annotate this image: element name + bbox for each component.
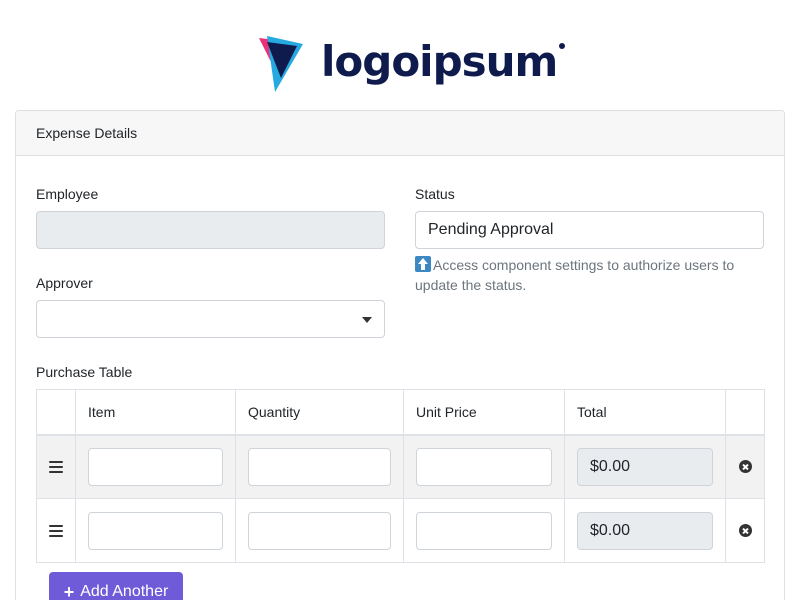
approver-select[interactable] — [36, 300, 385, 338]
bars-icon[interactable] — [49, 524, 63, 537]
table-row: $0.00 — [36, 498, 765, 563]
status-help-text: Access component settings to authorize u… — [415, 256, 735, 293]
bars-icon[interactable] — [49, 460, 63, 473]
total-field: $0.00 — [577, 447, 713, 486]
drag-column-header — [36, 389, 76, 436]
employee-field — [36, 211, 385, 249]
purchase-table: Item Quantity Unit Price Total $0.00 $0.… — [36, 389, 765, 563]
column-header-total: Total — [564, 389, 726, 436]
table-row: $0.00 — [36, 434, 765, 499]
unit-price-input[interactable] — [416, 511, 552, 550]
status-label: Status — [415, 186, 455, 202]
remove-row-icon[interactable] — [738, 524, 752, 537]
column-header-item: Item — [75, 389, 236, 436]
total-field: $0.00 — [577, 511, 713, 550]
column-header-quantity: Quantity — [235, 389, 404, 436]
logo-text: logoipsum — [321, 37, 566, 86]
item-input[interactable] — [88, 511, 223, 550]
unit-price-input[interactable] — [416, 447, 552, 486]
plus-icon: + — [63, 582, 75, 600]
quantity-input[interactable] — [248, 447, 391, 486]
add-another-button[interactable]: + Add Another — [49, 572, 183, 600]
quantity-input[interactable] — [248, 511, 391, 550]
status-field[interactable]: Pending Approval — [415, 211, 764, 249]
employee-label: Employee — [36, 186, 99, 202]
chevron-down-icon — [362, 317, 372, 323]
logo: logoipsum — [253, 34, 566, 94]
panel-header: Expense Details — [16, 111, 784, 156]
remove-column-header — [725, 389, 765, 436]
status-value: Pending Approval — [428, 221, 554, 238]
column-header-unit-price: Unit Price — [403, 389, 565, 436]
remove-row-icon[interactable] — [738, 460, 752, 474]
logo-mark-icon — [259, 36, 303, 92]
table-header-row: Item Quantity Unit Price Total — [36, 389, 765, 436]
approver-label: Approver — [36, 275, 93, 291]
purchase-table-label: Purchase Table — [36, 364, 133, 380]
item-input[interactable] — [88, 447, 223, 486]
panel-title: Expense Details — [36, 125, 138, 141]
up-arrow-icon — [415, 256, 431, 272]
